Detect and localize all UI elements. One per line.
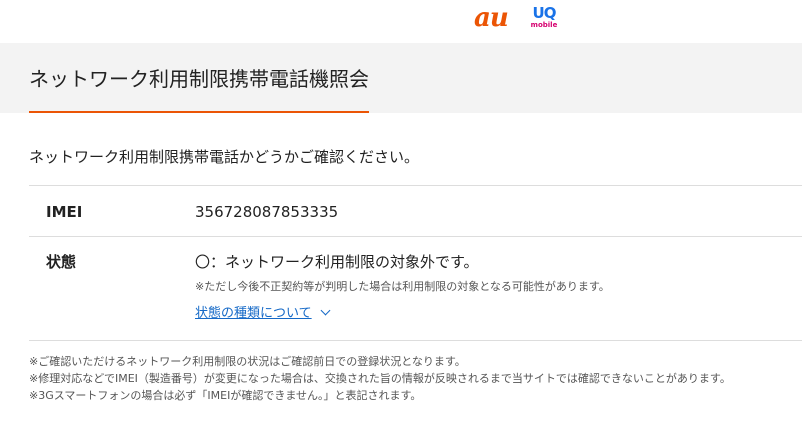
au-logo[interactable]: au: [474, 3, 509, 33]
footnotes: ※ご確認いただけるネットワーク利用制限の状況はご確認前日での登録状況となります。…: [29, 353, 799, 404]
uq-mobile-logo[interactable]: UQ mobile: [528, 6, 560, 29]
page-header: ネットワーク利用制限携帯電話機照会: [0, 43, 802, 113]
table-row-status: 状態 〇：ネットワーク利用制限の対象外です。 ※ただし今後不正契約等が判明した場…: [29, 236, 802, 341]
uq-logo-text: UQ: [532, 4, 557, 22]
chevron-down-icon: [320, 305, 331, 316]
status-value: 〇：ネットワーク利用制限の対象外です。: [195, 253, 479, 271]
status-types-link-label: 状態の種類について: [195, 306, 312, 321]
status-label: 状態: [46, 253, 77, 271]
table-row-imei: IMEI 356728087853335: [29, 185, 802, 236]
footnote-line: ※ご確認いただけるネットワーク利用制限の状況はご確認前日での登録状況となります。: [29, 355, 466, 368]
status-types-link[interactable]: 状態の種類について: [195, 304, 331, 324]
imei-value: 356728087853335: [195, 203, 339, 221]
status-note: ※ただし今後不正契約等が判明した場合は利用制限の対象となる可能性があります。: [195, 280, 610, 293]
uq-logo-subtext: mobile: [530, 21, 558, 29]
result-table: IMEI 356728087853335 状態 〇：ネットワーク利用制限の対象外…: [29, 185, 802, 341]
title-underline: [29, 111, 369, 113]
footnote-line: ※3Gスマートフォンの場合は必ず「IMEIが確認できません。」と表記されます。: [29, 389, 422, 402]
footnote-line: ※修理対応などでIMEI（製造番号）が変更になった場合は、交換された旨の情報が反…: [29, 372, 731, 385]
page-title: ネットワーク利用制限携帯電話機照会: [29, 67, 369, 91]
brand-logos: au UQ mobile: [0, 0, 802, 43]
lead-text: ネットワーク利用制限携帯電話かどうかご確認ください。: [29, 148, 420, 166]
imei-label: IMEI: [46, 203, 83, 221]
